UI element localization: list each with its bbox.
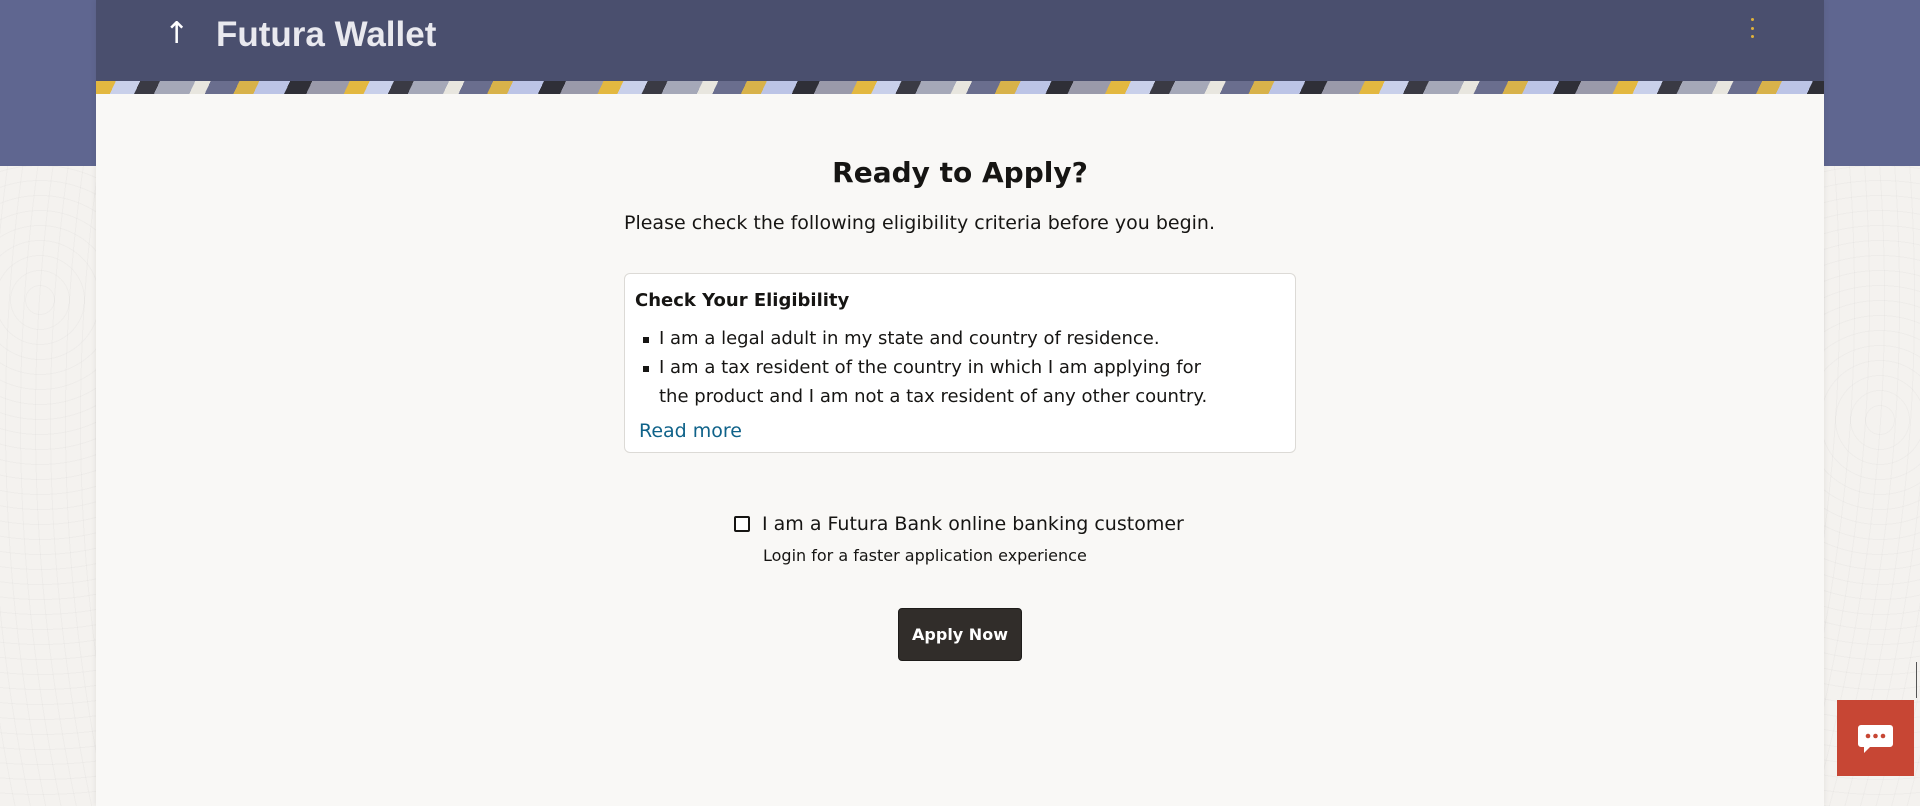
customer-checkbox-label[interactable]: I am a Futura Bank online banking custom… [762,510,1184,538]
eligibility-card: Check Your Eligibility I am a legal adul… [624,273,1296,453]
app-shell: ↑ Futura Wallet Ready to Apply? Please c… [96,0,1824,806]
kebab-menu-icon[interactable] [1744,16,1760,40]
list-item: I am a tax resident of the country in wh… [625,353,1219,411]
login-helper-text: Login for a faster application experienc… [763,546,1087,565]
app-header: ↑ Futura Wallet [96,0,1824,81]
eligibility-criteria-list: I am a legal adult in my state and count… [625,324,1297,411]
app-title: Futura Wallet [216,15,437,54]
list-item: I am a legal adult in my state and count… [625,324,1219,353]
kebab-dot [1750,35,1754,38]
decorative-pattern-strip [96,81,1824,94]
apply-now-button[interactable]: Apply Now [898,608,1022,661]
intro-text: Please check the following eligibility c… [624,212,1216,234]
customer-checkbox[interactable] [734,516,750,532]
scroll-edge-marker [1916,662,1920,698]
read-more-link[interactable]: Read more [639,417,742,445]
up-arrow-icon[interactable]: ↑ [164,14,189,54]
chat-button[interactable] [1837,700,1914,776]
eligibility-card-title: Check Your Eligibility [635,290,850,311]
chat-bubble-icon [1858,725,1893,753]
customer-checkbox-row[interactable]: I am a Futura Bank online banking custom… [734,510,1184,538]
kebab-dot [1750,26,1754,30]
kebab-dot [1750,18,1754,21]
page-title: Ready to Apply? [832,156,1088,189]
